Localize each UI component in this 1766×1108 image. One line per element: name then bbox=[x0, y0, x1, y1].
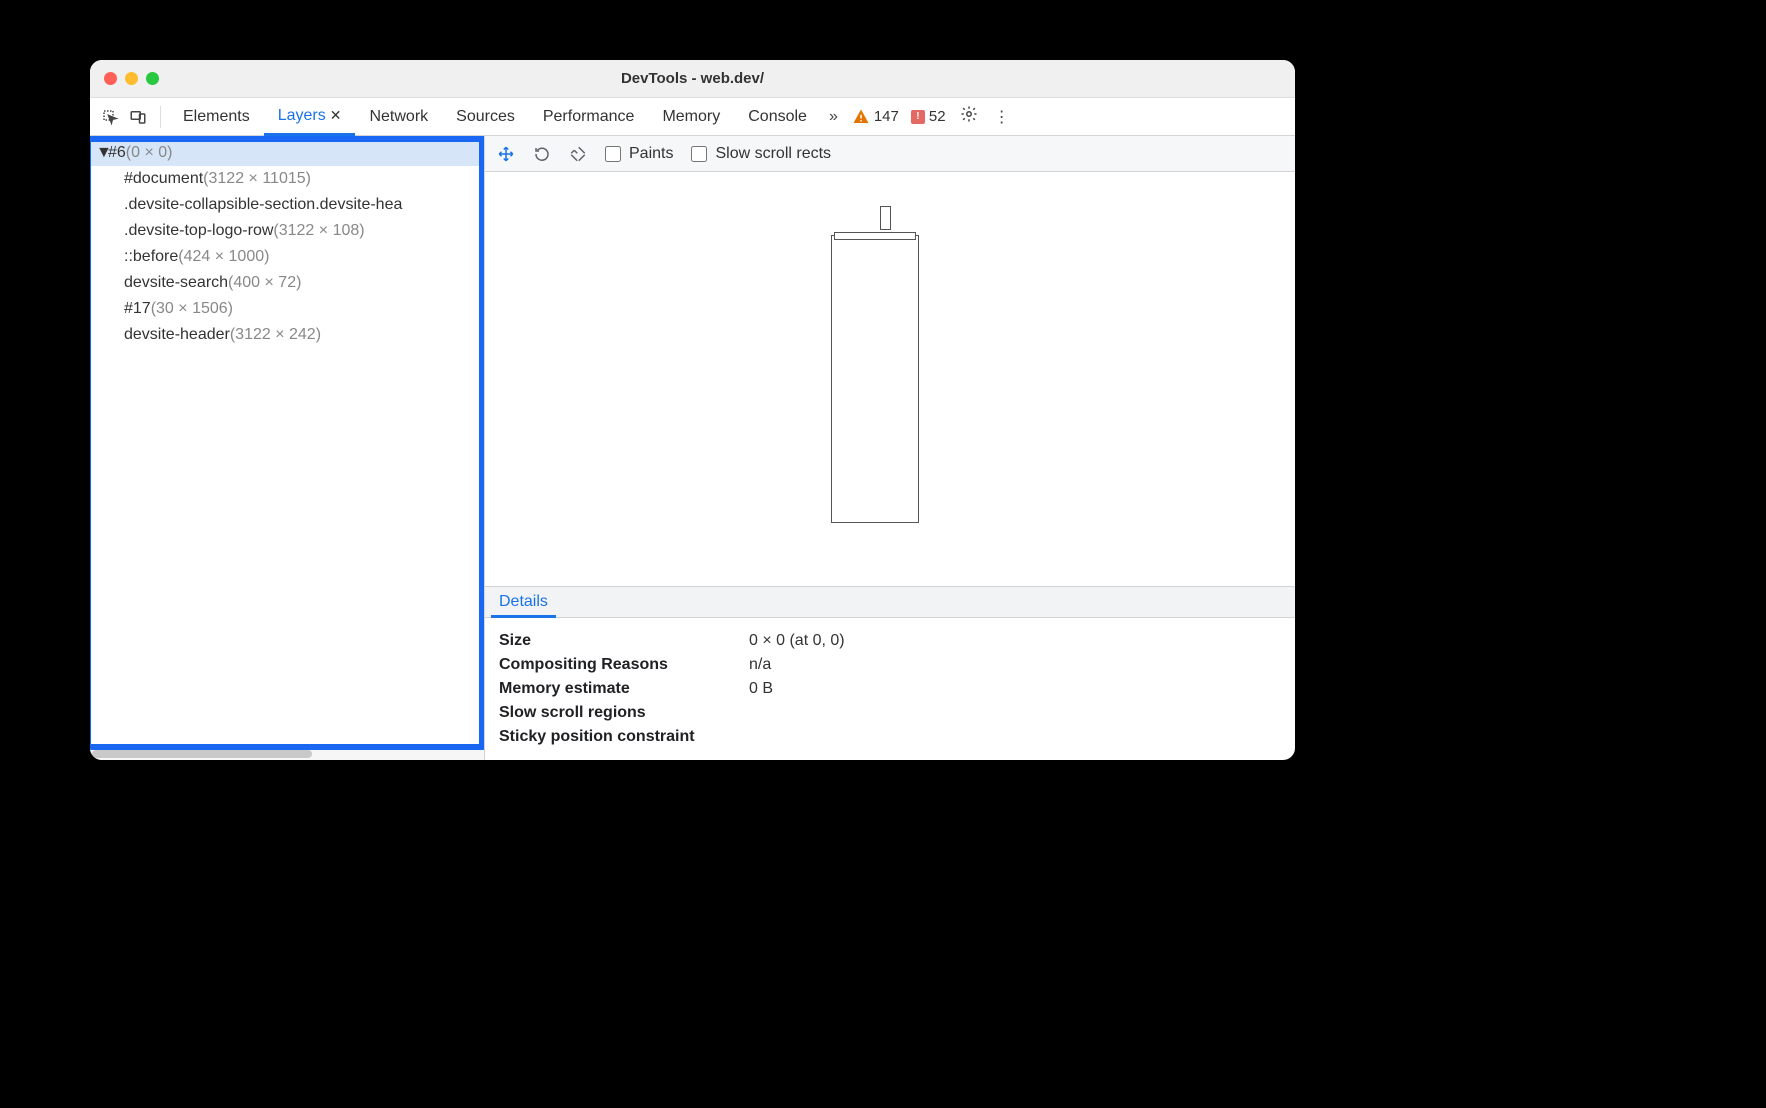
error-icon: ! bbox=[911, 110, 925, 124]
main-content: ▼#6(0 × 0) #document(3122 × 11015) .devs… bbox=[90, 136, 1295, 760]
tab-layers[interactable]: Layers ✕ bbox=[264, 99, 356, 136]
paints-checkbox-input[interactable] bbox=[605, 146, 621, 162]
warnings-badge[interactable]: 147 bbox=[846, 108, 905, 126]
tree-item[interactable]: devsite-search(400 × 72) bbox=[90, 270, 484, 296]
tab-performance[interactable]: Performance bbox=[529, 98, 649, 135]
details-row-slow-scroll: Slow scroll regions bbox=[499, 704, 1281, 722]
window-title: DevTools - web.dev/ bbox=[90, 70, 1295, 87]
device-toggle-icon[interactable] bbox=[124, 108, 152, 126]
layers-tree[interactable]: ▼#6(0 × 0) #document(3122 × 11015) .devs… bbox=[90, 136, 484, 746]
tree-root-name: #6 bbox=[108, 144, 126, 161]
settings-icon[interactable] bbox=[952, 105, 986, 128]
slow-scroll-checkbox-input[interactable] bbox=[691, 146, 707, 162]
tabs-bar: Elements Layers ✕ Network Sources Perfor… bbox=[90, 98, 1295, 136]
tab-console[interactable]: Console bbox=[734, 98, 821, 135]
inspect-icon[interactable] bbox=[96, 108, 124, 126]
layer-rect[interactable] bbox=[831, 235, 919, 523]
tree-item[interactable]: ::before(424 × 1000) bbox=[90, 244, 484, 270]
tab-sources[interactable]: Sources bbox=[442, 98, 529, 135]
layer-rect[interactable] bbox=[880, 206, 891, 230]
errors-count: 52 bbox=[929, 108, 946, 125]
caret-down-icon[interactable]: ▼ bbox=[96, 140, 108, 166]
tree-item[interactable]: #document(3122 × 11015) bbox=[90, 166, 484, 192]
maximize-icon[interactable] bbox=[146, 72, 159, 85]
close-icon[interactable]: ✕ bbox=[330, 107, 342, 124]
tree-item[interactable]: .devsite-top-logo-row(3122 × 108) bbox=[90, 218, 484, 244]
tab-elements[interactable]: Elements bbox=[169, 98, 264, 135]
titlebar: DevTools - web.dev/ bbox=[90, 60, 1295, 98]
tree-item[interactable]: .devsite-collapsible-section.devsite-hea bbox=[90, 192, 484, 218]
layers-side-panel: ▼#6(0 × 0) #document(3122 × 11015) .devs… bbox=[90, 136, 485, 760]
details-body: Size0 × 0 (at 0, 0) Compositing Reasonsn… bbox=[485, 618, 1295, 760]
tree-item[interactable]: devsite-header(3122 × 242) bbox=[90, 322, 484, 348]
layers-right-panel: Paints Slow scroll rects Details Size0 ×… bbox=[485, 136, 1295, 760]
paints-label: Paints bbox=[629, 145, 673, 163]
layers-toolbar: Paints Slow scroll rects bbox=[485, 136, 1295, 172]
details-row-sticky: Sticky position constraint bbox=[499, 728, 1281, 746]
tab-layers-label: Layers bbox=[278, 107, 326, 125]
layers-3d-view[interactable] bbox=[485, 172, 1295, 586]
tab-memory[interactable]: Memory bbox=[648, 98, 734, 135]
more-tabs-icon[interactable]: » bbox=[821, 108, 846, 126]
tree-item[interactable]: #17(30 × 1506) bbox=[90, 296, 484, 322]
details-tab[interactable]: Details bbox=[491, 589, 556, 618]
layer-rect[interactable] bbox=[834, 232, 916, 240]
details-row-size: Size0 × 0 (at 0, 0) bbox=[499, 632, 1281, 650]
details-tabbar: Details bbox=[485, 586, 1295, 618]
slow-scroll-label: Slow scroll rects bbox=[715, 145, 831, 163]
details-row-compositing: Compositing Reasonsn/a bbox=[499, 656, 1281, 674]
scrollbar-thumb[interactable] bbox=[92, 750, 312, 758]
separator bbox=[160, 106, 161, 128]
close-icon[interactable] bbox=[104, 72, 117, 85]
devtools-window: DevTools - web.dev/ Elements Layers ✕ Ne… bbox=[90, 60, 1295, 760]
errors-badge[interactable]: ! 52 bbox=[905, 108, 952, 125]
minimize-icon[interactable] bbox=[125, 72, 138, 85]
tree-root-dim: (0 × 0) bbox=[126, 144, 173, 161]
slow-scroll-checkbox[interactable]: Slow scroll rects bbox=[691, 145, 831, 163]
more-menu-icon[interactable]: ⋮ bbox=[986, 107, 1018, 127]
warnings-count: 147 bbox=[874, 108, 899, 125]
rotate-icon[interactable] bbox=[533, 145, 551, 163]
tab-network[interactable]: Network bbox=[355, 98, 442, 135]
horizontal-scrollbar[interactable] bbox=[90, 746, 484, 760]
details-row-memory: Memory estimate0 B bbox=[499, 680, 1281, 698]
reset-icon[interactable] bbox=[569, 145, 587, 163]
traffic-lights bbox=[104, 72, 159, 85]
paints-checkbox[interactable]: Paints bbox=[605, 145, 673, 163]
tree-root[interactable]: ▼#6(0 × 0) bbox=[90, 140, 484, 166]
pan-icon[interactable] bbox=[497, 145, 515, 163]
